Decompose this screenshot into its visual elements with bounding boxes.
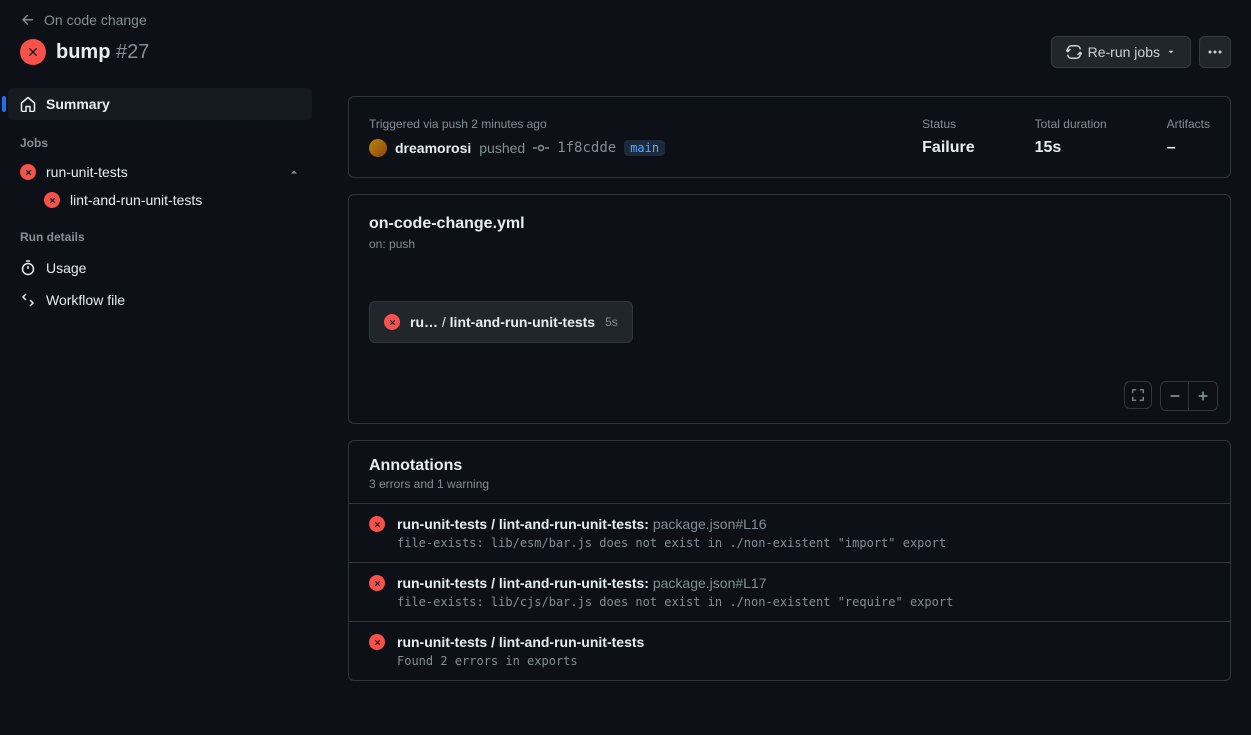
chevron-up-icon xyxy=(288,166,300,178)
sidebar-heading-run-details: Run details xyxy=(8,214,312,252)
sidebar-job-child[interactable]: lint-and-run-unit-tests xyxy=(8,186,312,214)
annotations-subtitle: 3 errors and 1 warning xyxy=(369,477,1210,491)
annotation-location: package.json#L17 xyxy=(653,575,767,591)
error-icon xyxy=(369,516,385,532)
annotation-location: package.json#L16 xyxy=(653,516,767,532)
annotation-item[interactable]: run-unit-tests / lint-and-run-unit-tests… xyxy=(349,503,1230,562)
duration-label: Total duration xyxy=(1035,117,1107,131)
commit-icon xyxy=(533,140,549,156)
kebab-menu-button[interactable] xyxy=(1199,36,1231,68)
trigger-label: Triggered via push 2 minutes ago xyxy=(369,117,862,131)
username-link[interactable]: dreamorosi xyxy=(395,140,471,156)
annotations-title: Annotations xyxy=(369,457,1210,475)
sidebar-item-workflow-file[interactable]: Workflow file xyxy=(8,284,312,316)
stopwatch-icon xyxy=(20,260,36,276)
summary-card: Triggered via push 2 minutes ago dreamor… xyxy=(348,96,1231,178)
duration-value: 15s xyxy=(1035,139,1107,157)
sidebar-item-usage[interactable]: Usage xyxy=(8,252,312,284)
annotation-item[interactable]: run-unit-tests / lint-and-run-unit-tests… xyxy=(349,562,1230,621)
status-value: Failure xyxy=(922,139,974,157)
artifacts-value: – xyxy=(1167,139,1210,157)
annotations-card: Annotations 3 errors and 1 warning run-u… xyxy=(348,440,1231,681)
breadcrumb-parent[interactable]: On code change xyxy=(44,12,147,28)
error-icon xyxy=(369,634,385,650)
annotation-message: file-exists: lib/esm/bar.js does not exi… xyxy=(397,536,1210,550)
action-text: pushed xyxy=(479,140,525,156)
zoom-in-button[interactable] xyxy=(1189,382,1217,410)
sidebar-heading-jobs: Jobs xyxy=(8,120,312,158)
sidebar-job-group[interactable]: run-unit-tests xyxy=(8,158,312,186)
artifacts-label: Artifacts xyxy=(1167,117,1210,131)
job-node-label: ru… / lint-and-run-unit-tests xyxy=(410,314,595,330)
annotation-message: Found 2 errors in exports xyxy=(397,654,1210,668)
back-arrow-icon xyxy=(20,12,36,28)
rerun-jobs-button[interactable]: Re-run jobs xyxy=(1051,36,1191,68)
job-node-time: 5s xyxy=(605,315,618,329)
commit-sha-link[interactable]: 1f8cdde xyxy=(557,140,616,156)
branch-pill[interactable]: main xyxy=(624,140,665,156)
workflow-trigger: on: push xyxy=(369,237,1210,251)
home-icon xyxy=(20,96,36,112)
breadcrumb[interactable]: On code change xyxy=(20,12,1231,28)
status-fail-icon xyxy=(20,164,36,180)
annotation-item[interactable]: run-unit-tests / lint-and-run-unit-tests… xyxy=(349,621,1230,680)
zoom-out-button[interactable] xyxy=(1161,382,1189,410)
chevron-down-icon xyxy=(1166,47,1176,57)
annotation-job: run-unit-tests / lint-and-run-unit-tests xyxy=(397,634,644,650)
file-icon xyxy=(20,292,36,308)
refresh-icon xyxy=(1066,44,1082,60)
error-icon xyxy=(369,575,385,591)
job-node[interactable]: ru… / lint-and-run-unit-tests 5s xyxy=(369,301,633,343)
annotation-message: file-exists: lib/cjs/bar.js does not exi… xyxy=(397,595,1210,609)
kebab-icon xyxy=(1207,44,1223,60)
sidebar: Summary Jobs run-unit-tests lint-and-run… xyxy=(0,84,320,681)
status-fail-icon xyxy=(20,39,46,65)
run-number: #27 xyxy=(116,41,149,63)
avatar[interactable] xyxy=(369,139,387,157)
workflow-graph-card: on-code-change.yml on: push ru… / lint-a… xyxy=(348,194,1231,424)
fullscreen-button[interactable] xyxy=(1124,381,1152,409)
annotation-job: run-unit-tests / lint-and-run-unit-tests… xyxy=(397,575,649,591)
workflow-filename: on-code-change.yml xyxy=(369,215,1210,233)
page-title: bump #27 xyxy=(56,41,149,64)
annotation-job: run-unit-tests / lint-and-run-unit-tests… xyxy=(397,516,649,532)
sidebar-item-summary[interactable]: Summary xyxy=(8,88,312,120)
status-label: Status xyxy=(922,117,974,131)
status-fail-icon xyxy=(44,192,60,208)
status-fail-icon xyxy=(384,314,400,330)
